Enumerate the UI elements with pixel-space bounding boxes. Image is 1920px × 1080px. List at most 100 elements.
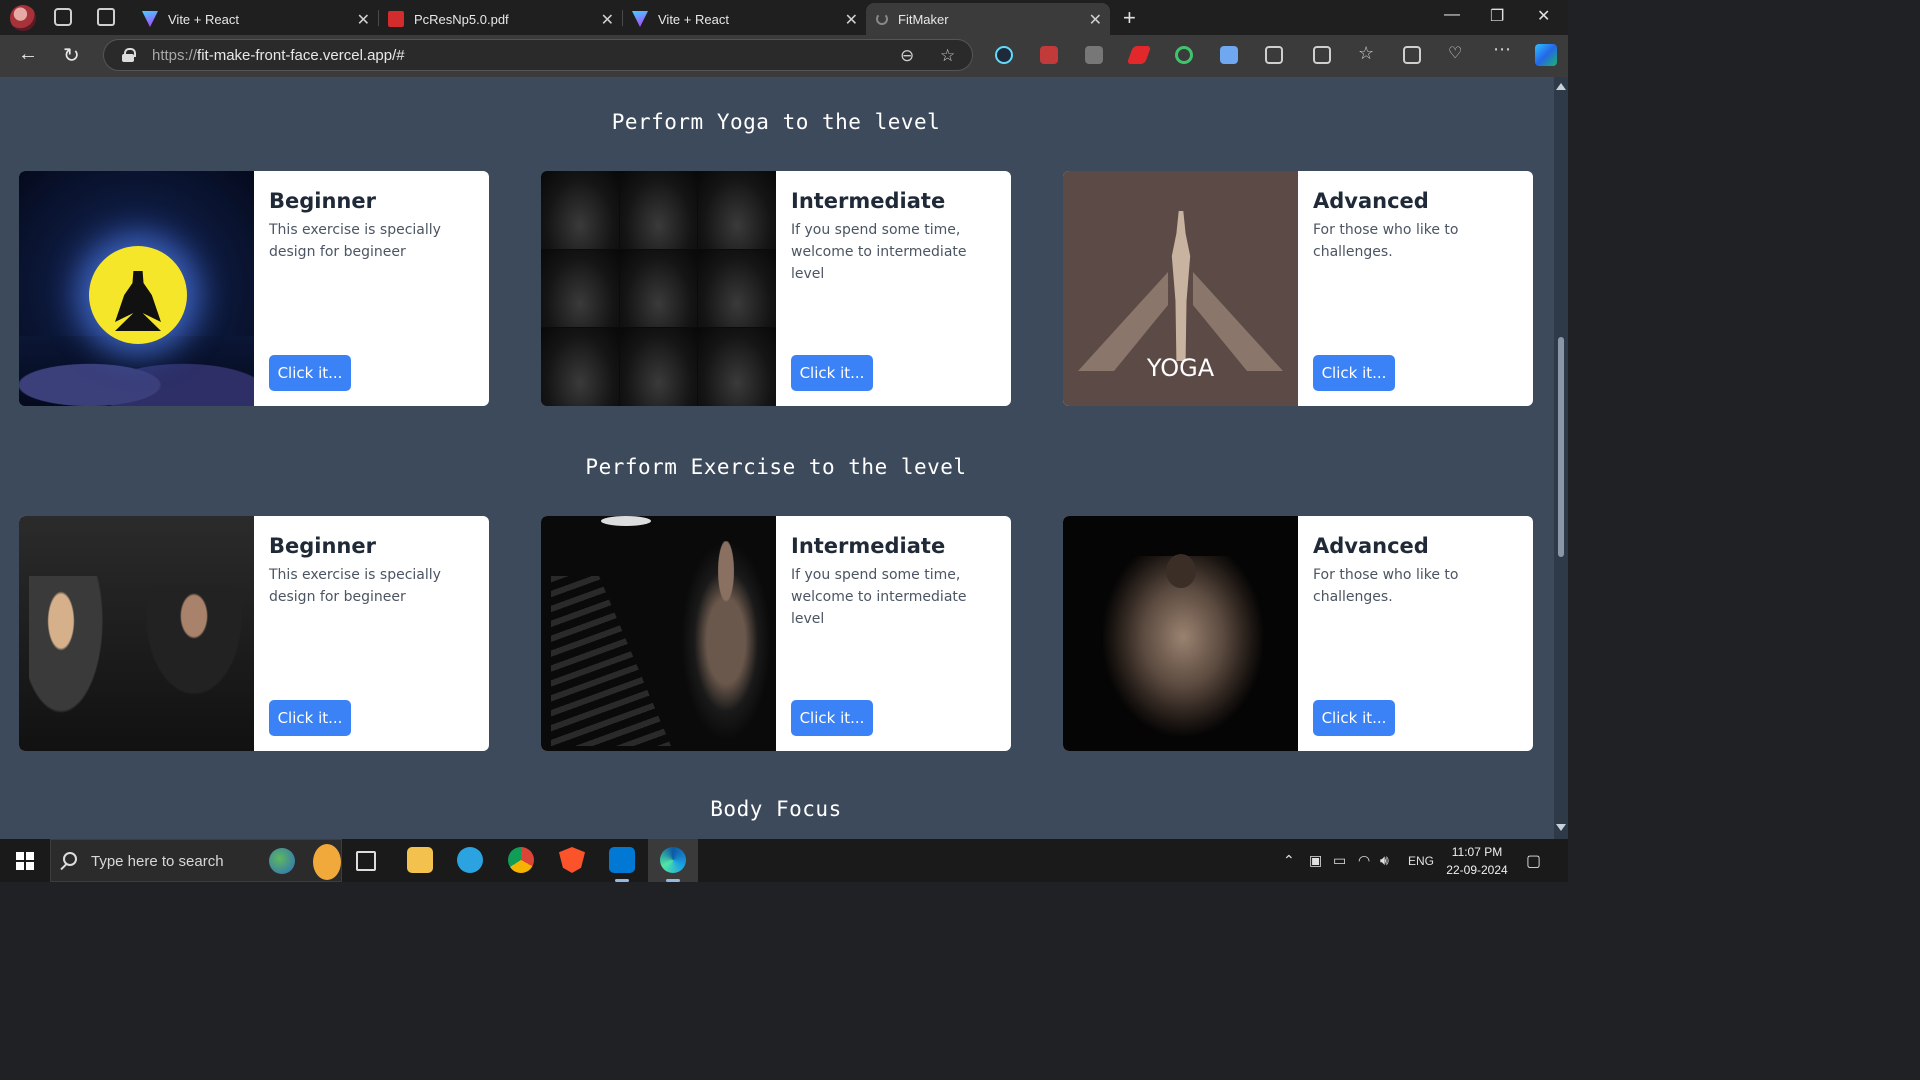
- card-text: This exercise is specially design for be…: [269, 222, 441, 260]
- yoga-poster-image: YOGA: [1063, 171, 1298, 406]
- url-host: fit-make-front-face.vercel.app/#: [197, 47, 405, 64]
- search-highlight-icon[interactable]: [269, 848, 295, 874]
- tab-title: Vite + React: [168, 11, 239, 27]
- card-yoga-beginner: Beginner This exercise is specially desi…: [19, 171, 489, 406]
- favorite-star-icon[interactable]: ☆: [940, 46, 955, 66]
- close-tab-icon[interactable]: ✕: [601, 10, 614, 30]
- show-hidden-icons-icon[interactable]: ⌃: [1283, 852, 1295, 869]
- vertical-tabs-icon[interactable]: [97, 8, 115, 26]
- meditation-moon-image: [19, 171, 254, 406]
- tab-vite-react-2[interactable]: Vite + React ✕: [622, 3, 866, 35]
- edge-icon[interactable]: [660, 847, 686, 882]
- telegram-icon[interactable]: [457, 847, 483, 873]
- battery-icon[interactable]: ▭: [1333, 852, 1346, 869]
- browser-essentials-icon[interactable]: ♡: [1448, 43, 1466, 62]
- collections-icon[interactable]: [1403, 46, 1421, 64]
- pushup-couple-image: [19, 516, 254, 751]
- card-title: Advanced: [1313, 534, 1429, 558]
- react-devtools-icon[interactable]: [995, 46, 1013, 64]
- search-icon: [63, 852, 77, 866]
- tab-title: PcResNp5.0.pdf: [414, 11, 509, 27]
- minimize-button[interactable]: —: [1444, 6, 1460, 24]
- click-it-button[interactable]: Click it...: [1313, 700, 1395, 736]
- wifi-icon[interactable]: ◠: [1358, 852, 1370, 869]
- file-explorer-icon[interactable]: [407, 847, 433, 873]
- click-it-button[interactable]: Click it...: [269, 700, 351, 736]
- page-scrollbar[interactable]: [1554, 77, 1568, 839]
- restore-button[interactable]: ❐: [1490, 6, 1504, 26]
- vite-icon: [632, 11, 648, 27]
- notifications-icon[interactable]: ▢: [1526, 851, 1541, 871]
- card-exercise-beginner: Beginner This exercise is specially desi…: [19, 516, 489, 751]
- card-title: Beginner: [269, 189, 376, 213]
- extension-icon[interactable]: [1175, 46, 1193, 64]
- tab-title: FitMaker: [898, 11, 949, 27]
- section-title-exercise: Perform Exercise to the level: [585, 455, 967, 479]
- section-title-body-focus: Body Focus: [710, 797, 842, 821]
- extension-icon[interactable]: [1085, 46, 1103, 64]
- taskbar-search-box[interactable]: Type here to search: [50, 839, 342, 882]
- card-title: Intermediate: [791, 534, 946, 558]
- task-view-icon[interactable]: [356, 851, 376, 871]
- more-menu-icon[interactable]: ⋯: [1493, 39, 1511, 59]
- click-it-button[interactable]: Click it...: [791, 355, 873, 391]
- click-it-button[interactable]: Click it...: [1313, 355, 1395, 391]
- card-exercise-intermediate: Intermediate If you spend some time, wel…: [541, 516, 1011, 751]
- scroll-down-arrow-icon[interactable]: [1556, 824, 1566, 831]
- scroll-up-arrow-icon[interactable]: [1556, 83, 1566, 90]
- tab-fitmaker[interactable]: FitMaker ✕: [866, 3, 1110, 35]
- split-screen-icon[interactable]: [1313, 46, 1331, 64]
- gym-dumbbells-image: [541, 516, 776, 751]
- close-tab-icon[interactable]: ✕: [1089, 10, 1102, 30]
- extension-icon[interactable]: [1040, 46, 1058, 64]
- card-text: For those who like to challenges.: [1313, 567, 1459, 605]
- extension-icon[interactable]: [1126, 46, 1152, 64]
- card-title: Advanced: [1313, 189, 1429, 213]
- card-title: Intermediate: [791, 189, 946, 213]
- close-tab-icon[interactable]: ✕: [845, 10, 858, 30]
- vite-icon: [142, 11, 158, 27]
- taskbar-clock[interactable]: 11:07 PM 22-09-2024: [1437, 843, 1517, 879]
- workspaces-icon[interactable]: [54, 8, 72, 26]
- scrollbar-thumb[interactable]: [1558, 337, 1564, 557]
- muscular-back-image: [1063, 516, 1298, 751]
- new-tab-button[interactable]: +: [1123, 5, 1136, 31]
- browser-toolbar: ← ↻ https://fit-make-front-face.vercel.a…: [0, 35, 1568, 77]
- vscode-icon[interactable]: [609, 847, 635, 882]
- tab-pdf[interactable]: PcResNp5.0.pdf ✕: [378, 3, 622, 35]
- close-window-button[interactable]: ✕: [1537, 6, 1550, 26]
- language-indicator[interactable]: ENG: [1408, 854, 1434, 868]
- windows-taskbar: Type here to search ⌃ ▣ ▭ ◠ 🔊︎ ENG 11:07…: [0, 839, 1568, 882]
- brave-icon[interactable]: [559, 847, 585, 873]
- card-yoga-advanced: YOGA Advanced For those who like to chal…: [1063, 171, 1533, 406]
- card-exercise-advanced: Advanced For those who like to challenge…: [1063, 516, 1533, 751]
- tab-vite-react-1[interactable]: Vite + React ✕: [132, 3, 378, 35]
- extension-icon[interactable]: [1220, 46, 1238, 64]
- extensions-puzzle-icon[interactable]: [1265, 46, 1283, 64]
- card-text: If you spend some time, welcome to inter…: [791, 222, 967, 282]
- back-button[interactable]: ←: [18, 43, 38, 66]
- url-text[interactable]: https://fit-make-front-face.vercel.app/#: [152, 47, 405, 64]
- favorites-icon[interactable]: ☆: [1358, 43, 1376, 63]
- section-title-yoga: Perform Yoga to the level: [611, 110, 941, 134]
- reload-button[interactable]: ↻: [63, 43, 80, 68]
- tab-strip: Vite + React ✕ PcResNp5.0.pdf ✕ Vite + R…: [0, 0, 1568, 35]
- chrome-icon[interactable]: [508, 847, 534, 873]
- windows-start-icon[interactable]: [16, 852, 34, 870]
- card-title: Beginner: [269, 534, 376, 558]
- tab-title: Vite + React: [658, 11, 729, 27]
- card-text: If you spend some time, welcome to inter…: [791, 567, 967, 627]
- click-it-button[interactable]: Click it...: [269, 355, 351, 391]
- profile-avatar[interactable]: [10, 5, 36, 31]
- card-yoga-intermediate: Intermediate If you spend some time, wel…: [541, 171, 1011, 406]
- click-it-button[interactable]: Click it...: [791, 700, 873, 736]
- card-text: For those who like to challenges.: [1313, 222, 1459, 260]
- meet-now-icon[interactable]: ▣: [1309, 852, 1322, 869]
- pdf-icon: [388, 11, 404, 27]
- zoom-icon[interactable]: ⊖: [900, 46, 914, 66]
- close-tab-icon[interactable]: ✕: [357, 10, 370, 30]
- address-bar[interactable]: https://fit-make-front-face.vercel.app/#…: [103, 39, 973, 71]
- volume-icon[interactable]: 🔊︎: [1380, 852, 1389, 869]
- copilot-icon[interactable]: [1535, 44, 1557, 66]
- yoga-caption: YOGA: [1146, 354, 1215, 382]
